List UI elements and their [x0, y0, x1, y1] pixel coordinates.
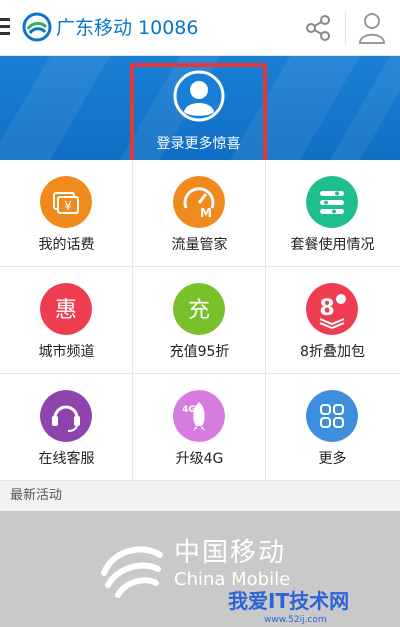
grid-item-more[interactable]: 更多: [266, 374, 400, 481]
grid-item-label: 套餐使用情况: [290, 237, 375, 253]
grid-item-label: 城市频道: [38, 344, 95, 360]
user-icon[interactable]: [356, 10, 388, 46]
top-bar: 广东移动 10086: [0, 0, 400, 56]
grid-item-upgrade-4g[interactable]: 4G 升级4G: [133, 374, 266, 481]
customer-service-icon: [40, 390, 92, 442]
bill-icon: ¥: [40, 176, 92, 228]
service-grid: ¥ 我的话费 M 流量管家 套餐使用情况 惠 城市频道 充 充值95折 8 8折…: [0, 160, 400, 481]
data-meter-icon: M: [173, 176, 225, 228]
plan-usage-icon: [306, 176, 358, 228]
share-icon[interactable]: [302, 12, 334, 44]
svg-text:8: 8: [319, 296, 334, 321]
china-mobile-logo-icon: [22, 12, 52, 42]
grid-item-bill[interactable]: ¥ 我的话费: [0, 160, 133, 267]
activities-header: 最新活动: [0, 481, 400, 511]
activities-title: 最新活动: [10, 488, 63, 503]
grid-item-label: 8折叠加包: [300, 344, 365, 360]
header-divider: [345, 12, 346, 44]
grid-item-discount-pack[interactable]: 8 8折叠加包: [266, 267, 400, 374]
china-mobile-logo-icon: [101, 546, 163, 598]
promo-brand-en: China Mobile: [174, 569, 291, 590]
watermark-url: www.52ij.com: [264, 615, 327, 625]
svg-text:M: M: [200, 206, 212, 220]
more-icon: [306, 390, 358, 442]
grid-item-plan-usage[interactable]: 套餐使用情况: [266, 160, 400, 267]
recharge-icon: 充: [173, 283, 225, 335]
svg-text:充: 充: [188, 298, 210, 323]
app-title: 广东移动 10086: [56, 17, 199, 39]
discount-pack-icon: 8: [306, 283, 358, 335]
grid-item-label: 更多: [318, 451, 347, 467]
menu-icon[interactable]: [0, 18, 12, 38]
upgrade-4g-icon: 4G: [173, 390, 225, 442]
grid-item-label: 流量管家: [171, 237, 228, 253]
grid-item-city-channel[interactable]: 惠 城市频道: [0, 267, 133, 374]
grid-item-customer-service[interactable]: 在线客服: [0, 374, 133, 481]
svg-text:4G: 4G: [182, 405, 196, 415]
grid-item-data-manager[interactable]: M 流量管家: [133, 160, 266, 267]
watermark-text: 我爱IT技术网: [228, 589, 350, 613]
promo-brand-cn: 中国移动: [174, 538, 287, 568]
promo-banner[interactable]: 中国移动 China Mobile 我爱IT技术网 www.52ij.com: [0, 511, 400, 627]
svg-text:¥: ¥: [64, 199, 72, 213]
grid-item-label: 充值95折: [169, 344, 230, 360]
grid-item-label: 升级4G: [175, 451, 224, 467]
grid-item-label: 我的话费: [38, 237, 95, 253]
svg-text:惠: 惠: [55, 298, 77, 323]
login-link[interactable]: 登录更多惊喜: [130, 134, 267, 154]
grid-item-recharge[interactable]: 充 充值95折: [133, 267, 266, 374]
city-channel-icon: 惠: [40, 283, 92, 335]
grid-item-label: 在线客服: [38, 451, 95, 467]
avatar-icon[interactable]: [173, 70, 225, 122]
